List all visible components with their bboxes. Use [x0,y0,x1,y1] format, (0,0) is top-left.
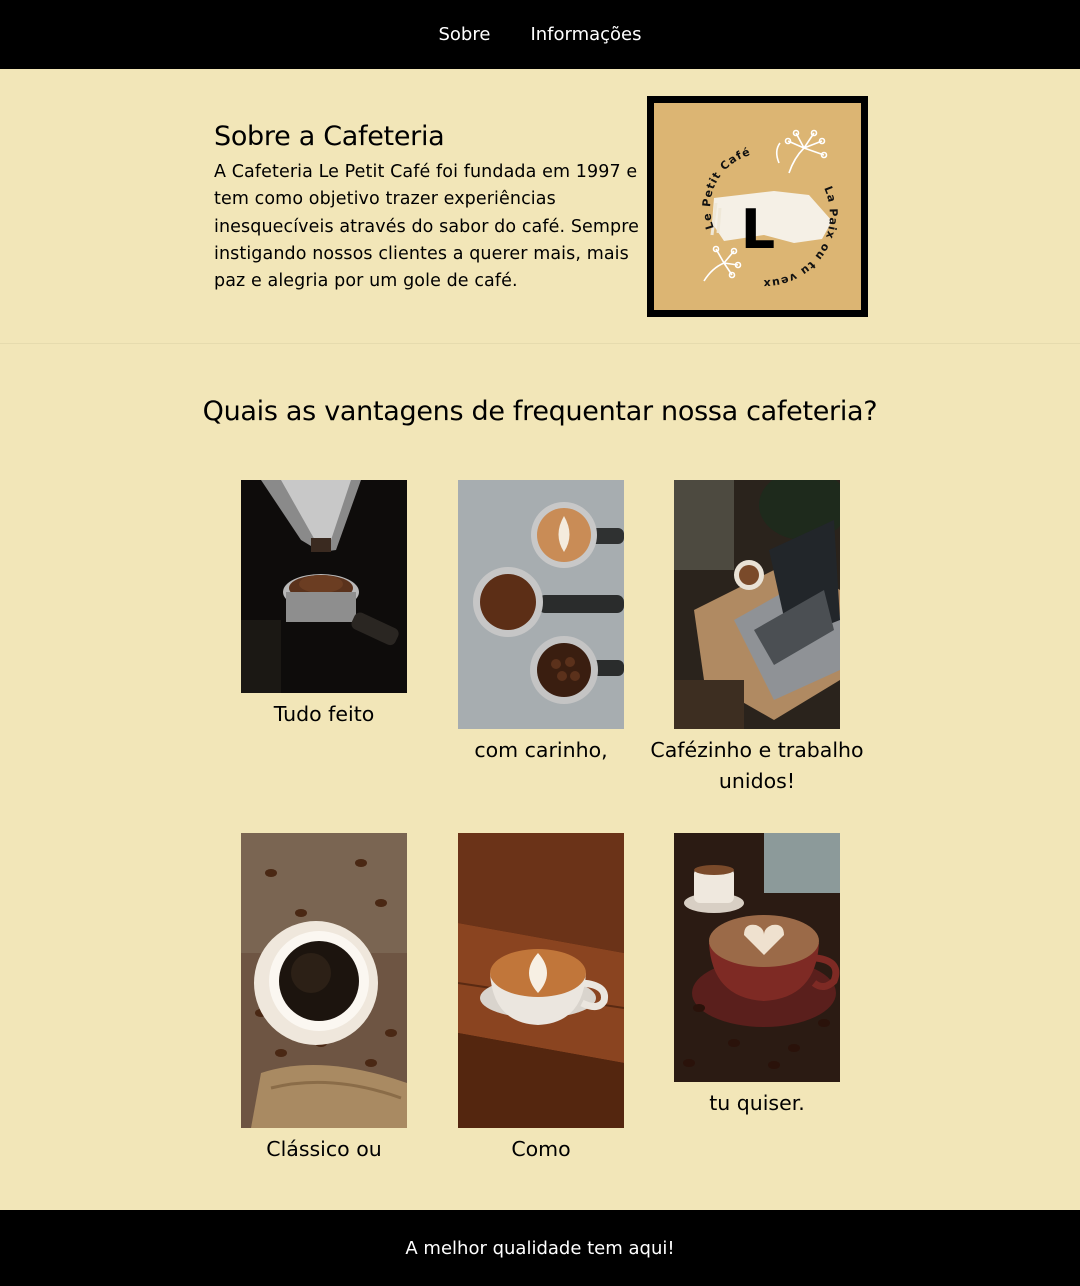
card-caption: Cafézinho e trabalho unidos! [650,738,864,793]
card-caption: Clássico ou [266,1137,382,1161]
top-nav: Sobre Informações [0,0,1080,69]
card-caption: Como [511,1137,571,1161]
about-title: Sobre a Cafeteria [214,121,445,152]
latte-art-table-photo [458,833,624,1128]
card-tu-quiser: tu quiser. [647,833,867,1119]
coffee-logo-icon: L Le Petit Café La Paix ou tu veux [700,129,839,290]
footer-text: A melhor qualidade tem aqui! [405,1237,675,1259]
cafe-logo: L Le Petit Café La Paix ou tu veux [647,96,868,317]
heart-latte-photo [674,833,840,1082]
card-caption: com carinho, [474,738,608,762]
laptop-coffee-photo [674,480,840,729]
about-section: Sobre a Cafeteria A Cafeteria Le Petit C… [0,69,1080,344]
advantages-title: Quais as vantagens de frequentar nossa c… [202,396,878,427]
card-caption: Tudo feito [273,702,375,726]
card-cafezinho-trabalho: Cafézinho e trabalho unidos! [647,480,867,797]
card-com-carinho: com carinho, [431,480,651,766]
card-tudo-feito: Tudo feito [214,480,434,730]
nav-link-sobre[interactable]: Sobre [438,24,490,45]
portafilters-photo [458,480,624,729]
about-text: A Cafeteria Le Petit Café foi fundada em… [214,162,640,292]
card-classico-ou: Clássico ou [214,833,434,1165]
nav-link-informacoes[interactable]: Informações [530,24,641,45]
footer: A melhor qualidade tem aqui! [0,1210,1080,1286]
card-como: Como [431,833,651,1165]
coffee-beans-cup-photo [241,833,407,1128]
card-caption: tu quiser. [709,1091,805,1115]
espresso-grinder-photo [241,480,407,693]
svg-text:L: L [741,198,775,261]
